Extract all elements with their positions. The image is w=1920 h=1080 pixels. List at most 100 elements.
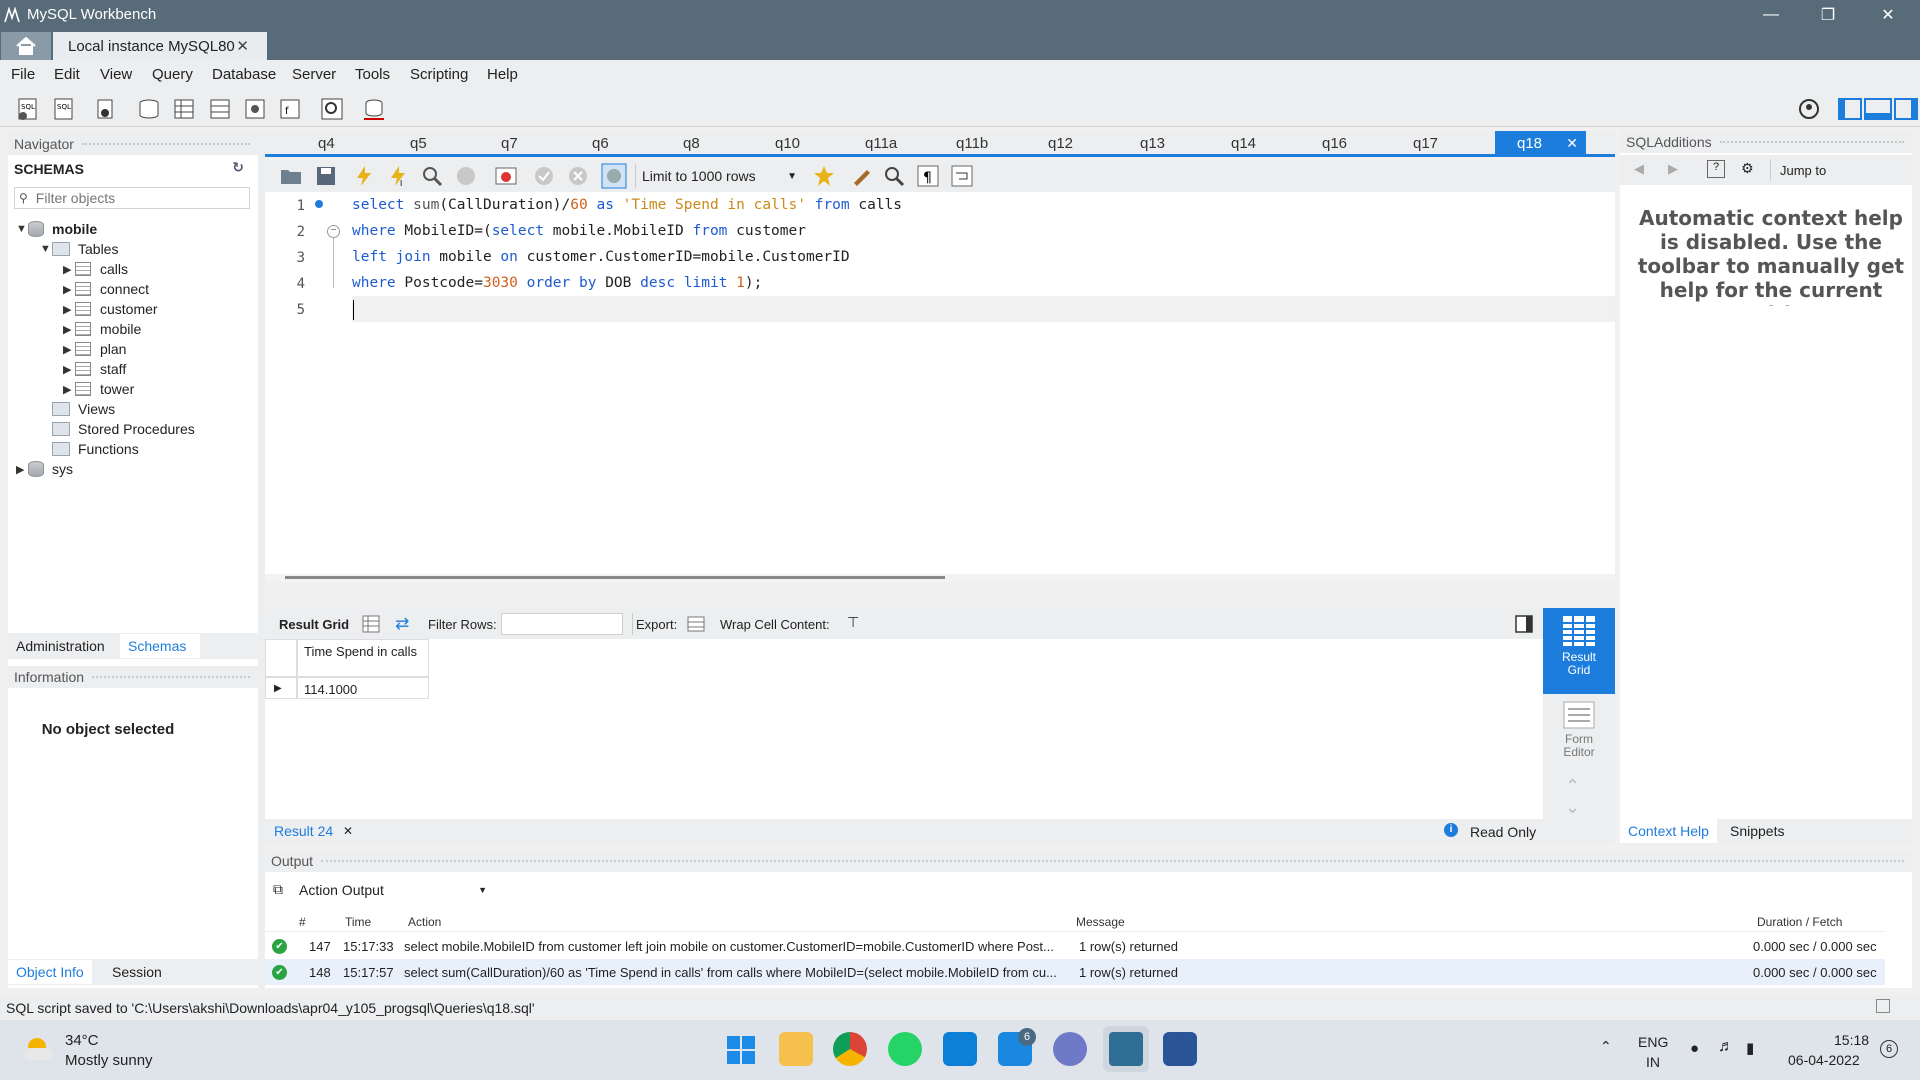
close-window-button[interactable]: ✕: [1860, 0, 1916, 30]
wifi-icon[interactable]: ●: [1690, 1040, 1699, 1057]
vscode-icon[interactable]: [943, 1032, 977, 1066]
collapsed-arrow-icon[interactable]: ▶: [16, 463, 28, 476]
open-file-icon[interactable]: [279, 165, 303, 187]
execute-icon[interactable]: [353, 165, 375, 187]
execute-current-icon[interactable]: I: [387, 165, 409, 187]
table-mobile[interactable]: ▶ mobile: [63, 321, 141, 337]
manual-help-icon[interactable]: ?: [1707, 160, 1725, 178]
collapsed-arrow-icon[interactable]: ▶: [63, 283, 75, 296]
limit-rows-select[interactable]: Limit to 1000 rows ▼: [635, 164, 803, 188]
functions-node[interactable]: Functions: [52, 441, 139, 457]
result-cell[interactable]: 114.1000: [297, 677, 429, 699]
beautify-icon[interactable]: [851, 165, 873, 187]
minimize-button[interactable]: —: [1743, 0, 1799, 30]
collapsed-arrow-icon[interactable]: ▶: [63, 263, 75, 276]
menu-query[interactable]: Query: [152, 66, 193, 83]
result-grid-label[interactable]: Result Grid: [279, 617, 349, 632]
tab-object-info[interactable]: Object Info: [8, 960, 92, 984]
refresh-schemas-icon[interactable]: ↻: [232, 159, 244, 176]
toggle-side-panel-icon[interactable]: [1515, 615, 1533, 633]
commit-icon[interactable]: [533, 165, 555, 187]
scroll-arrows-icon[interactable]: ⌃ ⌄: [1565, 776, 1580, 818]
schema-mobile[interactable]: ▼ mobile: [16, 221, 97, 237]
reconnect-icon[interactable]: [360, 95, 388, 123]
search-table-data-icon[interactable]: [318, 95, 346, 123]
output-type-select[interactable]: Action Output ▼: [299, 879, 487, 901]
menu-view[interactable]: View: [100, 66, 132, 83]
find-icon[interactable]: [883, 165, 905, 187]
row-selector-icon[interactable]: ▶: [265, 677, 297, 699]
menu-edit[interactable]: Edit: [54, 66, 80, 83]
volume-icon[interactable]: ♬: [1718, 1038, 1734, 1056]
filter-rows-input[interactable]: [501, 613, 623, 635]
workbench-task-highlight[interactable]: [1103, 1026, 1149, 1072]
tab-q11b[interactable]: q11b: [956, 135, 988, 152]
output-row[interactable]: ✔ 147 15:17:33 select mobile.MobileID fr…: [265, 933, 1885, 959]
word-wrap-icon[interactable]: [951, 165, 973, 187]
views-node[interactable]: Views: [52, 401, 115, 417]
open-sql-script-icon[interactable]: SQL: [50, 95, 78, 123]
form-editor-button[interactable]: Form Editor: [1543, 696, 1615, 776]
tab-q13[interactable]: q13: [1140, 135, 1165, 152]
toggle-output-icon[interactable]: [1864, 98, 1892, 120]
tab-schemas[interactable]: Schemas: [120, 634, 200, 658]
tab-q17[interactable]: q17: [1413, 135, 1438, 152]
add-snippet-icon[interactable]: [813, 165, 835, 187]
collapsed-arrow-icon[interactable]: ▶: [63, 383, 75, 396]
table-calls[interactable]: ▶ calls: [63, 261, 128, 277]
save-icon[interactable]: [315, 165, 337, 187]
tab-q16[interactable]: q16: [1322, 135, 1347, 152]
expanded-arrow-icon[interactable]: ▼: [16, 223, 28, 235]
result-tab[interactable]: Result 24: [274, 823, 333, 839]
home-tab[interactable]: [1, 32, 51, 60]
panel-splitter[interactable]: [258, 133, 265, 988]
weather-icon[interactable]: [24, 1038, 54, 1060]
toggle-error-icon[interactable]: [495, 165, 517, 187]
file-explorer-icon[interactable]: [779, 1032, 813, 1066]
collapsed-arrow-icon[interactable]: ▶: [63, 343, 75, 356]
explain-icon[interactable]: [421, 165, 443, 187]
auto-help-icon[interactable]: ⚙: [1741, 160, 1754, 177]
tab-q6[interactable]: q6: [592, 135, 609, 152]
tables-node[interactable]: ▼ Tables: [40, 241, 118, 257]
tab-q8[interactable]: q8: [683, 135, 700, 152]
menu-scripting[interactable]: Scripting: [410, 66, 468, 83]
sql-editor[interactable]: 1 2 3 4 5 − select sum(CallDuration)/60 …: [265, 192, 1615, 582]
horizontal-scrollbar[interactable]: [265, 574, 1615, 582]
menu-help[interactable]: Help: [487, 66, 518, 83]
collapsed-arrow-icon[interactable]: ▶: [63, 363, 75, 376]
result-grid-button[interactable]: Result Grid: [1543, 608, 1615, 694]
create-table-icon[interactable]: [170, 95, 198, 123]
new-sql-tab-icon[interactable]: SQL: [14, 95, 42, 123]
close-tab-icon[interactable]: ✕: [236, 37, 249, 55]
tab-q12[interactable]: q12: [1048, 135, 1073, 152]
connection-tab[interactable]: Local instance MySQL80 ✕: [53, 32, 267, 60]
collapsed-arrow-icon[interactable]: ▶: [63, 323, 75, 336]
clock-time[interactable]: 15:18: [1834, 1032, 1869, 1048]
filter-objects-input[interactable]: [35, 190, 236, 206]
procedures-node[interactable]: Stored Procedures: [52, 421, 195, 437]
weather-temp[interactable]: 34°C: [65, 1032, 99, 1049]
tab-q18[interactable]: q18 ✕: [1495, 131, 1586, 155]
filter-objects[interactable]: ⚲: [14, 187, 250, 209]
create-schema-icon[interactable]: [135, 95, 163, 123]
inspector-icon[interactable]: [92, 95, 120, 123]
tab-snippets[interactable]: Snippets: [1722, 819, 1792, 843]
table-connect[interactable]: ▶ connect: [63, 281, 149, 297]
create-view-icon[interactable]: [206, 95, 234, 123]
schema-sys[interactable]: ▶ sys: [16, 461, 73, 477]
tab-session[interactable]: Session: [104, 960, 170, 984]
close-result-icon[interactable]: ✕: [343, 824, 353, 838]
table-tower[interactable]: ▶ tower: [63, 381, 134, 397]
tab-context-help[interactable]: Context Help: [1620, 819, 1717, 843]
tab-q10[interactable]: q10: [775, 135, 800, 152]
menu-server[interactable]: Server: [292, 66, 336, 83]
notification-badge[interactable]: 6: [1880, 1040, 1898, 1058]
menu-tools[interactable]: Tools: [355, 66, 390, 83]
app-icon[interactable]: [1053, 1032, 1087, 1066]
autocommit-icon[interactable]: [601, 163, 627, 189]
table-staff[interactable]: ▶ staff: [63, 361, 126, 377]
whatsapp-icon[interactable]: [888, 1032, 922, 1066]
clock-date[interactable]: 06-04-2022: [1788, 1052, 1860, 1068]
forward-icon[interactable]: ▶: [1668, 161, 1678, 177]
